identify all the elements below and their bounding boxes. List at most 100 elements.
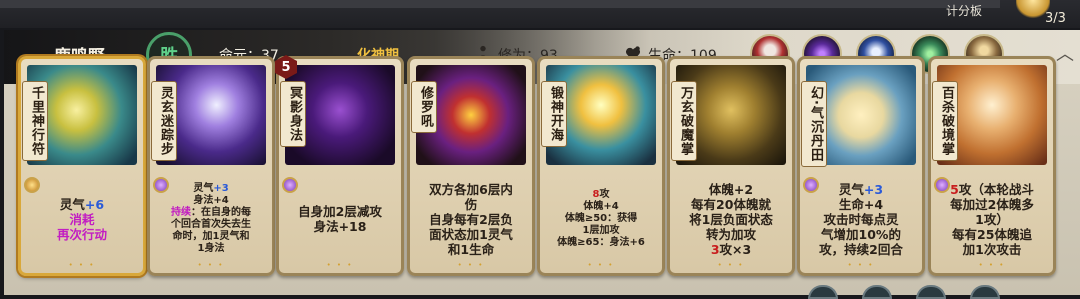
card-text-run: 面状态加1灵气: [429, 226, 513, 242]
card-text-run: 每有20体魄就: [691, 196, 771, 212]
card-text-run: 体魄≥50：获得: [564, 213, 638, 224]
card-text-run: 自身加2层减攻: [298, 204, 382, 219]
card-text-run: 命时，加1灵气和: [172, 231, 250, 242]
card-name: 千里神行符: [22, 81, 48, 161]
card-description-line: 灵气+3: [193, 183, 228, 195]
card-name: 灵玄迷踪步: [151, 81, 177, 161]
card-text-run: 生命+4: [838, 196, 884, 212]
card-text-run: 攻（本轮战斗: [958, 181, 1034, 197]
card-description-line: 身法+18: [314, 219, 367, 234]
card-name: 锻神开海: [541, 81, 567, 147]
card-description-line: 攻，持续2回合: [819, 242, 903, 257]
card-text-run: 加1次攻击: [962, 241, 1022, 257]
card-text-run: ：在自身的每: [191, 207, 251, 218]
card-description-line: 每有25体魄追: [952, 227, 1032, 242]
card-description-line: 1层加攻: [583, 225, 620, 237]
scoreboard-label[interactable]: 计分板: [946, 2, 982, 19]
card-description-line: 灵气+6: [60, 197, 104, 212]
skill-card[interactable]: 万玄破魔掌体魄+2 每有20体魄就 将1层负面状态 转为加攻 3攻×3 • • •: [667, 56, 795, 276]
skill-card[interactable]: 冥影身法 5 自身加2层减攻 身法+18 • • •: [275, 55, 404, 276]
card-description-line: 体魄≥65：身法+6: [557, 237, 645, 249]
top-bar: 计分板 3/3: [0, 0, 1080, 28]
card-description-line: 将1层负面状态: [689, 212, 773, 227]
skill-card[interactable]: 幻·气沉丹田 灵气+3 生命+4 攻击时每点灵 气增加10%的 攻，持续2回合 • • •: [797, 56, 925, 276]
card-description-line: 加1次攻击: [963, 242, 1022, 257]
card-description-line: 5攻（本轮战斗: [950, 182, 1034, 197]
card-description-line: 攻击时每点灵: [823, 212, 898, 227]
card-description-line: 转为加攻: [706, 227, 756, 242]
card-text-run: 持续: [171, 207, 191, 218]
card-text-run: 个回合首次失去生: [171, 219, 251, 230]
skill-card[interactable]: 修罗吼 双方各加6层内伤自身每有2层负 面状态加1灵气 和1生命 • • •: [407, 56, 535, 276]
card-text-run: +3: [863, 181, 884, 197]
card-description-line: 消耗: [69, 212, 94, 227]
card-text-run: +3: [213, 183, 229, 194]
card-text-run: 体魄+2: [708, 181, 754, 197]
card-text-run: 和1生命: [447, 241, 495, 257]
card-text-run: 1身法: [197, 243, 225, 254]
card-description: 灵气+6 消耗 再次行动: [25, 171, 139, 267]
card-text-run: 3: [710, 241, 720, 257]
card-level-dots: • • •: [978, 261, 1006, 269]
card-description-line: 体魄≥50：获得: [565, 213, 637, 225]
card-text-run: 1层加攻: [582, 225, 620, 236]
card-text-run: 灵气: [59, 196, 85, 212]
skill-card[interactable]: 锻神开海 8攻 体魄+4 体魄≥50：获得 1层加攻 体魄≥65：身法+6 • • •: [537, 56, 665, 276]
card-description: 8攻 体魄+4 体魄≥50：获得 1层加攻 体魄≥65：身法+6: [544, 171, 658, 267]
card-description: 灵气+3 身法+4 持续：在自身的每 个回合首次失去生 命时，加1灵气和 1身法: [154, 171, 268, 267]
card-name: 万玄破魔掌: [671, 81, 697, 161]
card-text-run: 身法+4: [193, 195, 229, 206]
skill-card[interactable]: 百杀破境掌 5攻（本轮战斗 每加过2体魄多 1攻） 每有25体魄追 加1次攻击 • • •: [928, 56, 1056, 276]
card-text-run: 攻，持续2回合: [819, 241, 903, 257]
card-text-run: 攻: [599, 189, 610, 200]
skill-card[interactable]: 灵玄迷踪步灵气+3 身法+4 持续：在自身的每 个回合首次失去生 命时，加1灵气和 1身法…: [147, 56, 275, 276]
card-description: 体魄+2 每有20体魄就 将1层负面状态 转为加攻 3攻×3: [674, 171, 788, 267]
card-level-dots: • • •: [717, 261, 745, 269]
card-description-line: 每有20体魄就: [691, 197, 771, 212]
card-text-run: 转为加攻: [705, 226, 756, 242]
card-level-dots: • • •: [847, 261, 875, 269]
card-description-line: 面状态加1灵气: [429, 227, 513, 242]
collapse-icon[interactable]: ︿: [1056, 40, 1074, 66]
card-description-line: 1身法: [198, 243, 225, 255]
card-description: 5攻（本轮战斗 每加过2体魄多 1攻） 每有25体魄追 加1次攻击: [935, 171, 1049, 267]
card-text-run: 自身每有2层负: [429, 211, 513, 227]
card-text-run: 双方各加6层内: [429, 181, 513, 197]
skill-card[interactable]: 千里神行符 灵气+6 消耗 再次行动 • • •: [18, 56, 146, 276]
card-text-run: 再次行动: [56, 226, 107, 242]
card-level-dots: • • •: [326, 261, 354, 269]
card-text-run: 每加过2体魄多: [950, 196, 1034, 212]
card-text-run: 气增加10%的: [821, 226, 901, 242]
card-description: 自身加2层减攻 身法+18: [283, 171, 397, 267]
card-description-line: 持续：在自身的每: [171, 207, 251, 219]
card-description-line: 1攻）: [975, 212, 1009, 227]
card-text-run: 1攻）: [975, 211, 1009, 227]
card-level-dots: • • •: [457, 261, 485, 269]
card-description-line: 气增加10%的: [821, 227, 901, 242]
card-level-dots: • • •: [68, 261, 96, 269]
top-strip: [0, 0, 1000, 8]
card-description-line: 伤: [465, 197, 478, 212]
card-text-run: 身法+18: [313, 219, 367, 234]
card-text-run: 体魄≥65：身法+6: [557, 237, 645, 248]
card-description-line: 灵气+3: [839, 182, 883, 197]
card-text-run: 将1层负面状态: [689, 211, 773, 227]
card-level-dots: • • •: [587, 261, 615, 269]
card-description-line: 自身每有2层负: [429, 212, 513, 227]
card-description: 双方各加6层内伤自身每有2层负 面状态加1灵气 和1生命: [414, 171, 528, 267]
card-description-line: 每加过2体魄多: [950, 197, 1034, 212]
card-description-line: 体魄+4: [583, 201, 618, 213]
card-text-run: 体魄+4: [583, 201, 619, 212]
card-description-line: 8攻: [593, 189, 610, 201]
card-text-run: 伤: [464, 196, 478, 212]
card-description: 灵气+3 生命+4 攻击时每点灵 气增加10%的 攻，持续2回合: [804, 171, 918, 267]
card-text-run: +6: [84, 196, 105, 212]
card-description-line: 再次行动: [57, 227, 107, 242]
card-level-dots: • • •: [197, 261, 225, 269]
card-description-line: 生命+4: [839, 197, 883, 212]
card-text-run: 灵气: [193, 183, 214, 194]
card-text-run: 每有25体魄追: [952, 226, 1032, 242]
card-name: 幻·气沉丹田: [801, 81, 827, 167]
card-description-line: 双方各加6层内: [429, 182, 513, 197]
card-name: 修罗吼: [411, 81, 437, 133]
